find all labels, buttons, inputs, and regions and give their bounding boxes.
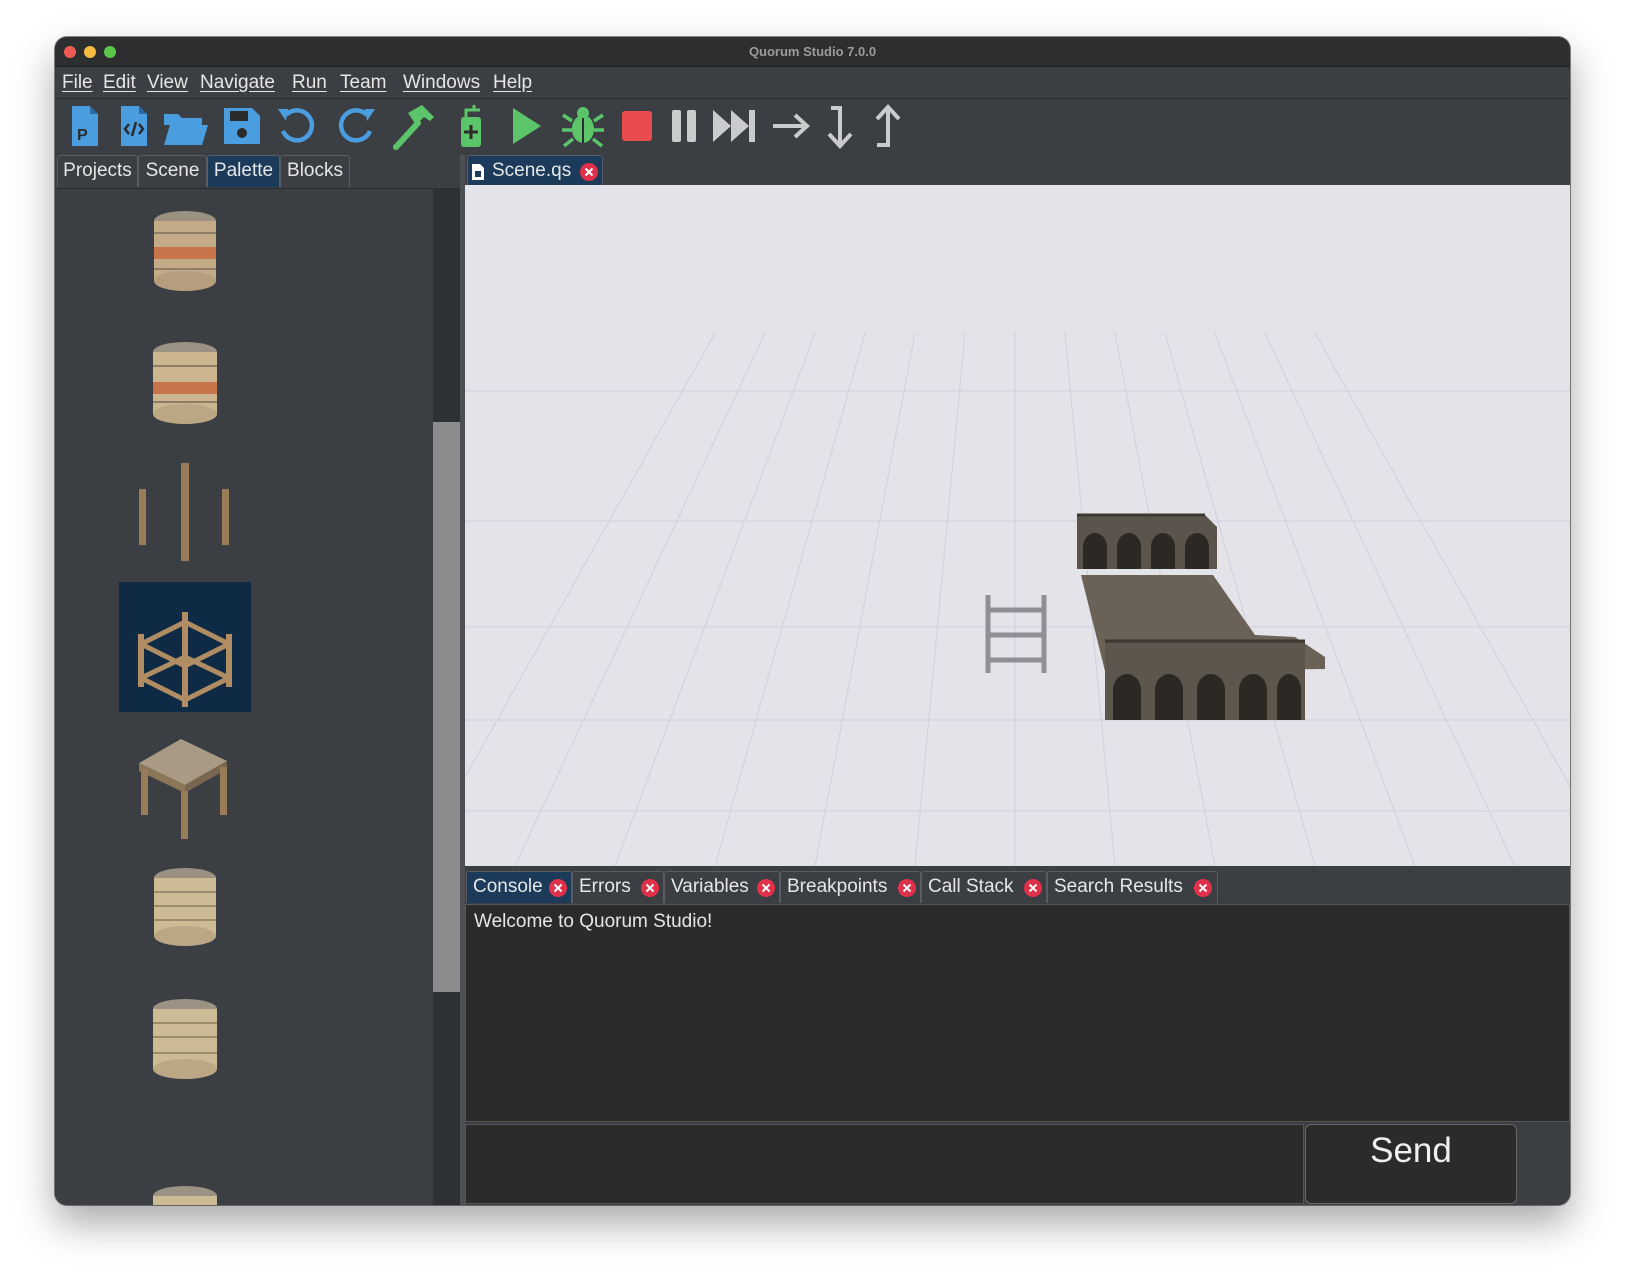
redo-icon[interactable] [331, 99, 381, 154]
ladder-model [985, 595, 1047, 673]
tab-label: Projects [63, 160, 132, 181]
run-icon[interactable] [501, 99, 551, 154]
close-tab-icon[interactable] [898, 879, 916, 897]
toolbar: P [55, 99, 1570, 154]
tab-palette[interactable]: Palette [207, 155, 280, 187]
console-welcome-text: Welcome to Quorum Studio! [474, 911, 713, 932]
menu-help[interactable]: Help [493, 72, 532, 94]
scene-3d-view[interactable] [465, 185, 1570, 866]
palette-item-wooden-table[interactable] [119, 713, 251, 843]
close-tab-icon[interactable] [1194, 879, 1212, 897]
save-icon[interactable] [216, 99, 266, 154]
tab-call-stack[interactable]: Call Stack [921, 871, 1047, 903]
scene-viewport[interactable] [465, 185, 1570, 866]
tab-console[interactable]: Console [466, 871, 572, 903]
close-tab-icon[interactable] [757, 879, 775, 897]
palette-list [55, 189, 460, 1205]
close-tab-icon[interactable] [1024, 879, 1042, 897]
tab-label: Palette [213, 160, 274, 181]
title-bar: Quorum Studio 7.0.0 [55, 37, 1570, 67]
menu-windows[interactable]: Windows [403, 72, 480, 94]
tab-variables[interactable]: Variables [664, 871, 780, 903]
stop-icon[interactable] [612, 99, 662, 154]
send-button[interactable]: Send [1305, 1124, 1517, 1204]
menu-edit[interactable]: Edit [103, 72, 136, 94]
new-project-icon[interactable]: P [60, 99, 110, 154]
palette-item-stone-tower[interactable] [119, 189, 251, 319]
tab-label: Blocks [287, 160, 343, 181]
palette-item-stone-tower[interactable] [119, 320, 251, 450]
tab-label: Scene.qs [492, 160, 572, 181]
palette-item-stone-cylinder[interactable] [119, 844, 251, 974]
build-hammer-icon[interactable] [388, 99, 438, 154]
menu-run[interactable]: Run [292, 72, 327, 94]
left-panel-tabs: Projects Scene Palette Blocks [55, 155, 468, 189]
menu-view[interactable]: View [147, 72, 188, 94]
close-tab-icon[interactable] [549, 879, 567, 897]
close-tab-icon[interactable] [641, 879, 659, 897]
tab-blocks[interactable]: Blocks [280, 155, 350, 187]
console-input-row: Send [465, 1122, 1570, 1205]
step-into-icon[interactable] [815, 99, 865, 154]
stone-bridge-model [1077, 513, 1325, 720]
bottom-panel-tabs: Console Errors Variables Breakpoints Cal… [465, 869, 1570, 903]
new-file-icon[interactable] [109, 99, 159, 154]
tab-scene[interactable]: Scene [138, 155, 207, 187]
step-over-icon[interactable] [765, 99, 815, 154]
menu-team[interactable]: Team [340, 72, 386, 94]
tab-errors[interactable]: Errors [572, 871, 664, 903]
tab-scene-file[interactable]: Scene.qs [467, 155, 603, 187]
tab-label: Breakpoints [787, 876, 888, 897]
open-folder-icon[interactable] [160, 99, 210, 154]
pause-icon[interactable] [659, 99, 709, 154]
tab-label: Errors [579, 876, 631, 897]
console-output[interactable]: Welcome to Quorum Studio! [465, 904, 1570, 1122]
editor-tabs: Scene.qs [465, 155, 1570, 188]
ground-grid [465, 332, 1570, 866]
tab-label: Console [473, 876, 543, 897]
step-over-end-icon[interactable] [710, 99, 760, 154]
palette-item-stone-cylinder[interactable] [119, 975, 251, 1105]
debug-bug-icon[interactable] [558, 99, 608, 154]
tab-breakpoints[interactable]: Breakpoints [780, 871, 921, 903]
palette-scrollbar[interactable] [433, 189, 460, 1205]
scrollbar-thumb[interactable] [433, 422, 460, 992]
tab-projects[interactable]: Projects [57, 155, 138, 187]
palette-item-wooden-fence[interactable] [119, 582, 251, 712]
palette-item-wooden-posts[interactable] [119, 451, 251, 581]
tab-label: Variables [671, 876, 749, 897]
step-out-icon[interactable] [863, 99, 913, 154]
close-tab-icon[interactable] [580, 163, 598, 181]
clean-build-icon[interactable] [448, 99, 498, 154]
tab-label: Call Stack [928, 876, 1014, 897]
menu-bar: File Edit View Navigate Run Team Windows… [55, 67, 1570, 99]
tab-label: Scene [145, 160, 200, 181]
tab-label: Search Results [1054, 876, 1183, 897]
window-title: Quorum Studio 7.0.0 [748, 44, 877, 59]
menu-navigate[interactable]: Navigate [200, 72, 275, 94]
scene-file-icon [472, 164, 484, 180]
palette-item-stone-cylinder[interactable] [119, 1106, 251, 1205]
undo-icon[interactable] [272, 99, 322, 154]
menu-file[interactable]: File [62, 72, 93, 94]
console-input[interactable] [465, 1124, 1304, 1204]
tab-search-results[interactable]: Search Results [1047, 871, 1218, 903]
app-window: Quorum Studio 7.0.0 File Edit View Navig… [55, 37, 1570, 1205]
svg-text:P: P [77, 127, 88, 144]
